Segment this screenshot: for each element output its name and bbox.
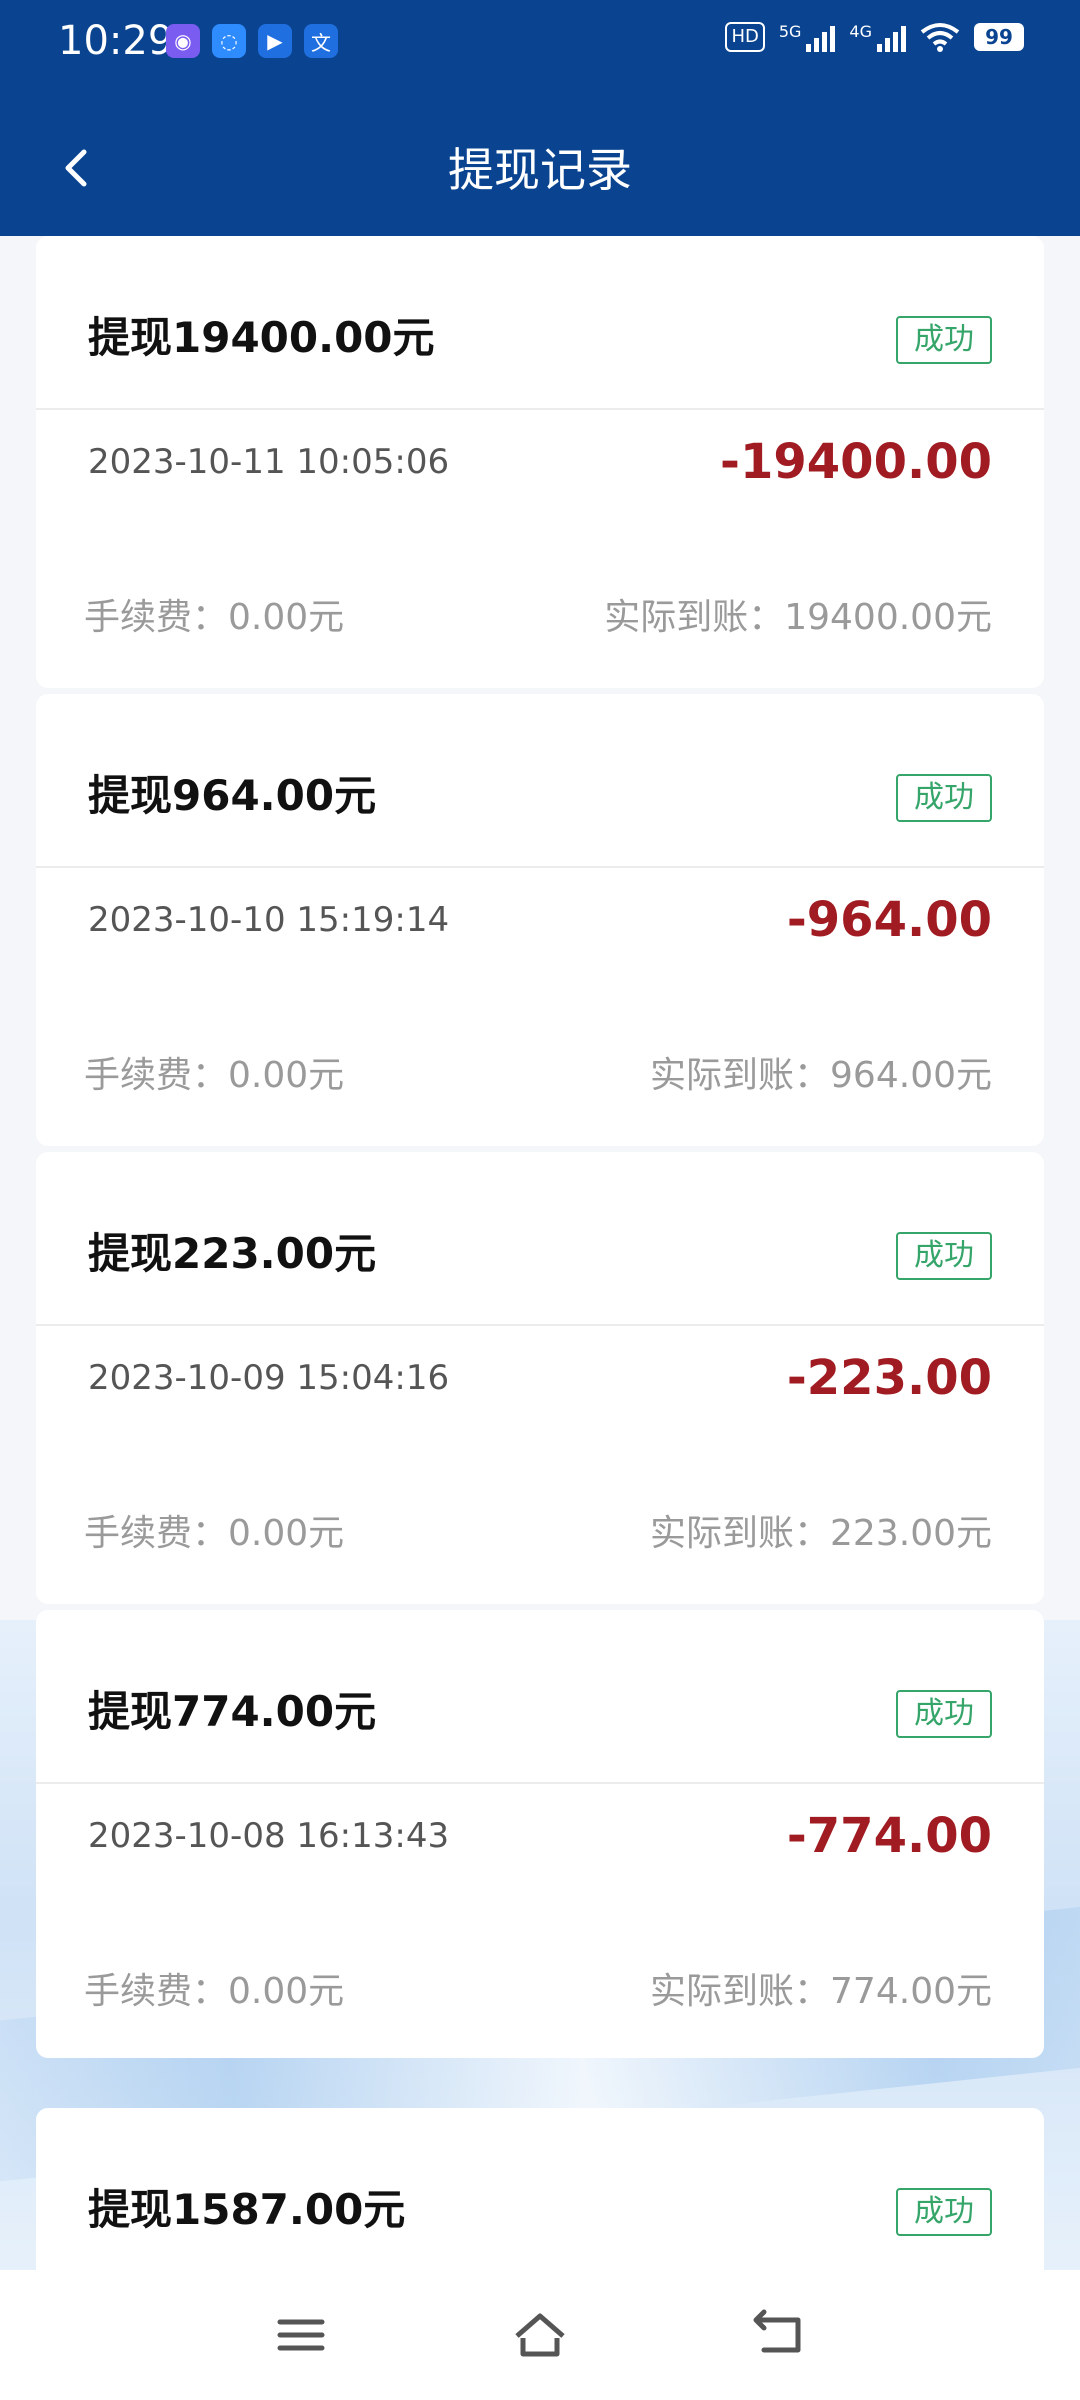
page-title: 提现记录 (448, 143, 632, 197)
record-time: 2023-10-10 15:19:14 (88, 900, 450, 940)
record-actual: 实际到账：964.00元 (650, 1055, 992, 1096)
status-badge: 成功 (896, 2188, 992, 2236)
record-title: 提现774.00元 (88, 1687, 377, 1736)
record-amount: -964.00 (786, 892, 992, 948)
record-time: 2023-10-11 10:05:06 (88, 442, 450, 482)
divider (36, 1324, 1044, 1326)
home-icon[interactable] (505, 2300, 575, 2370)
record-time: 2023-10-09 15:04:16 (88, 1358, 450, 1398)
notification-icons: ◉ ◌ ▶ 文 (166, 24, 338, 58)
status-time: 10:29 (58, 18, 174, 64)
record-card[interactable]: 提现19400.00元 成功 2023-10-11 10:05:06 -1940… (36, 236, 1044, 688)
record-fee: 手续费：0.00元 (84, 597, 345, 638)
record-fee: 手续费：0.00元 (84, 1971, 345, 2012)
app-notification-icon: ◉ (166, 24, 200, 58)
record-title: 提现1587.00元 (88, 2185, 406, 2234)
hd-icon: HD (725, 22, 765, 52)
record-fee: 手续费：0.00元 (84, 1055, 345, 1096)
menu-icon[interactable] (266, 2300, 336, 2370)
record-actual: 实际到账：774.00元 (650, 1971, 992, 2012)
record-card[interactable]: 提现223.00元 成功 2023-10-09 15:04:16 -223.00… (36, 1152, 1044, 1604)
record-actual: 实际到账：19400.00元 (604, 597, 992, 638)
record-time: 2023-10-08 16:13:43 (88, 1816, 450, 1856)
status-badge: 成功 (896, 1690, 992, 1738)
divider (36, 1782, 1044, 1784)
chat-notification-icon: ◌ (212, 24, 246, 58)
signal-4g-label: 4G (849, 22, 872, 41)
status-badge: 成功 (896, 774, 992, 822)
app-header: 10:29 ◉ ◌ ▶ 文 HD 5G 4G 99 提现记录 (0, 0, 1080, 236)
divider (36, 408, 1044, 410)
status-badge: 成功 (896, 1232, 992, 1280)
record-fee: 手续费：0.00元 (84, 1513, 345, 1554)
record-title: 提现964.00元 (88, 771, 377, 820)
wifi-icon (920, 23, 960, 52)
record-title: 提现223.00元 (88, 1229, 377, 1278)
system-navigation-bar (0, 2270, 1080, 2400)
record-card[interactable]: 提现964.00元 成功 2023-10-10 15:19:14 -964.00… (36, 694, 1044, 1146)
record-actual: 实际到账：223.00元 (650, 1513, 992, 1554)
record-card[interactable]: 提现774.00元 成功 2023-10-08 16:13:43 -774.00… (36, 1610, 1044, 2058)
back-nav-icon[interactable] (744, 2300, 814, 2370)
status-badge: 成功 (896, 316, 992, 364)
record-amount: -774.00 (786, 1808, 992, 1864)
battery-icon: 99 (974, 23, 1024, 51)
play-notification-icon: ▶ (258, 24, 292, 58)
signal-5g-icon: 5G (779, 22, 836, 52)
signal-5g-label: 5G (778, 22, 802, 41)
translate-notification-icon: 文 (304, 24, 338, 58)
status-right: HD 5G 4G 99 (725, 22, 1024, 52)
signal-4g-icon: 4G (849, 22, 906, 52)
record-title: 提现19400.00元 (88, 313, 435, 362)
record-amount: -19400.00 (720, 434, 992, 490)
status-bar: 10:29 ◉ ◌ ▶ 文 HD 5G 4G 99 (0, 0, 1080, 86)
record-amount: -223.00 (786, 1350, 992, 1406)
divider (36, 866, 1044, 868)
